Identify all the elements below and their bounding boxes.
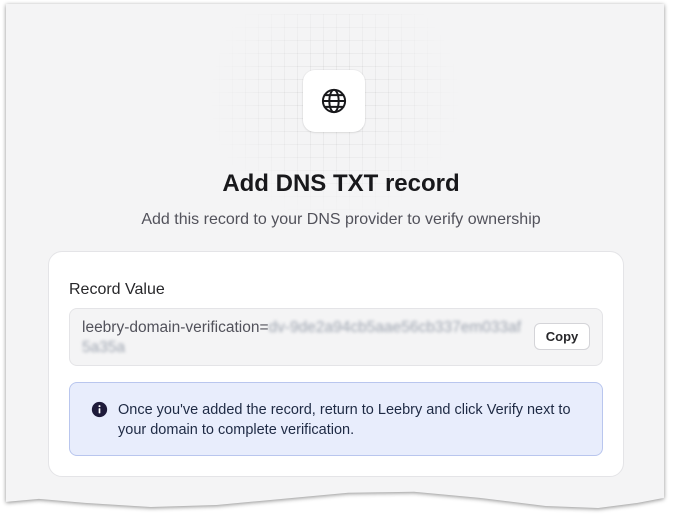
page-title: Add DNS TXT record xyxy=(222,170,460,197)
record-value-prefix: leebry-domain-verification= xyxy=(82,319,269,336)
record-value-label: Record Value xyxy=(69,281,165,298)
info-icon xyxy=(91,401,108,418)
info-callout: Once you've added the record, return to … xyxy=(69,382,603,456)
globe-tile xyxy=(303,70,365,132)
globe-icon xyxy=(321,88,347,114)
record-card: Record Value leebry-domain-verification=… xyxy=(48,251,624,477)
dialog: Add DNS TXT record Add this record to yo… xyxy=(6,4,664,510)
info-message: Once you've added the record, return to … xyxy=(118,402,571,438)
record-value-text[interactable]: leebry-domain-verification=dv-9de2a94cb5… xyxy=(82,318,522,358)
page-subtitle: Add this record to your DNS provider to … xyxy=(141,211,541,228)
record-value-field[interactable]: leebry-domain-verification=dv-9de2a94cb5… xyxy=(69,308,603,366)
copy-button[interactable]: Copy xyxy=(534,323,590,350)
